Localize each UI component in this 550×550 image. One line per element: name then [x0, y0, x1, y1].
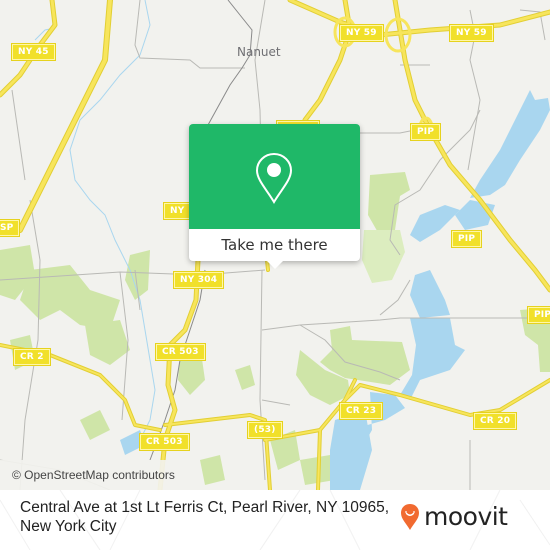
road-shield-cr503: CR 503: [156, 344, 205, 360]
road-shield-cr2: CR 2: [14, 349, 50, 365]
park-area: [80, 410, 110, 440]
map-attribution[interactable]: © OpenStreetMap contributors: [0, 460, 187, 490]
road-shield-ny59: NY 59: [340, 25, 383, 41]
reservoir: [470, 90, 550, 198]
road-shield-ny304: NY 304: [174, 272, 224, 288]
road-shield-ny: NY: [164, 203, 191, 219]
road-shield-sp: SP: [0, 220, 20, 236]
road-shield-pip: PIP: [452, 231, 482, 247]
take-me-there-button[interactable]: Take me there: [189, 229, 360, 261]
road-shield-53: (53): [248, 422, 282, 438]
road-shield-pip: PIP: [528, 307, 550, 323]
road-shield-ny59: NY 59: [450, 25, 493, 41]
park-area: [200, 455, 225, 485]
park-area: [362, 230, 405, 283]
brand-wordmark: moovit: [424, 502, 508, 531]
park-area: [85, 320, 130, 365]
road-shield-cr20: CR 20: [474, 413, 517, 429]
park-area: [368, 172, 410, 236]
address-line-1: Central Ave at 1st Lt Ferris Ct, Pearl R…: [20, 499, 390, 516]
moovit-logo[interactable]: moovit: [400, 502, 508, 532]
map-view[interactable]: Nanuet NY 45 NY 59 NY 59 PIP PIP PIP NY …: [0, 0, 550, 490]
address-line-2: New York City: [20, 518, 117, 535]
road-shield-pip: PIP: [411, 124, 441, 140]
park-area: [20, 265, 120, 330]
road-shield-cr23: CR 23: [340, 403, 383, 419]
lake: [400, 318, 465, 400]
lake: [330, 410, 372, 490]
map-pin-icon: [255, 152, 293, 204]
location-popup: Take me there: [189, 124, 360, 269]
road-shield-ny45: NY 45: [12, 44, 55, 60]
road-shield-cr503: CR 503: [140, 434, 189, 450]
place-label-nanuet: Nanuet: [237, 45, 281, 59]
location-pin-area[interactable]: [189, 124, 360, 229]
lake: [410, 270, 450, 318]
stop-address: Central Ave at 1st Lt Ferris Ct, Pearl R…: [20, 498, 400, 536]
popup-pointer: [267, 261, 283, 269]
park-area: [235, 365, 255, 390]
footer-bar: Central Ave at 1st Lt Ferris Ct, Pearl R…: [0, 490, 550, 550]
moovit-pin-logo-icon: [401, 504, 419, 530]
